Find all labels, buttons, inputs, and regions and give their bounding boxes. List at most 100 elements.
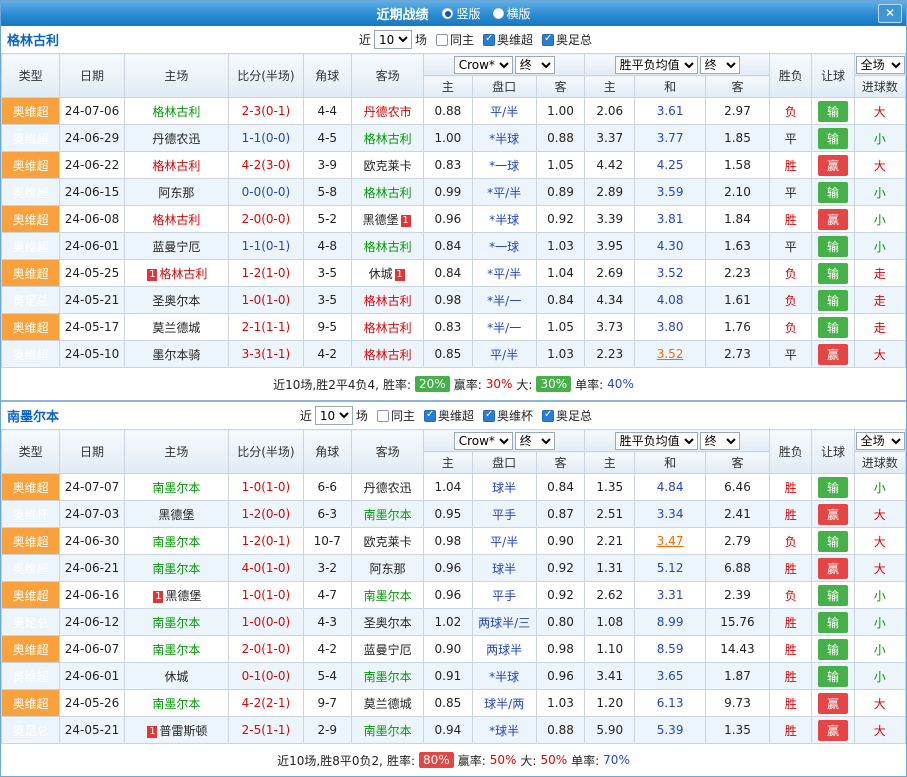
match-row[interactable]: 奥维超24-06-15阿东那0-0(0-0)5-8格林古利0.99*平/半0.8… [2,179,906,206]
match-row[interactable]: 奥维超24-05-17莫兰德城2-1(1-1)9-5格林古利0.83*半/一1.… [2,314,906,341]
checkbox-checked-icon[interactable] [542,34,554,46]
checkbox-checked-icon[interactable] [483,410,495,422]
asian-handicap: 平/半 [472,98,536,125]
bookmaker-select[interactable]: Crow* [454,56,513,74]
checkbox-checked-icon[interactable] [424,410,436,422]
match-row[interactable]: 奥足总24-05-21圣奥尔本1-0(1-0)3-5格林古利0.98*半/一0.… [2,287,906,314]
scope-select[interactable]: 全场 [856,432,905,450]
avg-away-odds: 2.41 [705,501,769,528]
match-row[interactable]: 奥足总24-05-211普雷斯顿2-5(1-1)2-9南墨尔本0.94*球半0.… [2,717,906,744]
scope-header: 全场 [854,54,905,76]
handicap-result-tag: 赢 [818,155,848,176]
away-team: 休城1 [351,260,423,287]
away-team-name: 格林古利 [364,132,412,146]
filter-checkbox[interactable]: 奥足总 [542,31,592,48]
match-row[interactable]: 奥维超24-05-26南墨尔本4-2(2-1)9-7莫兰德城0.85球半/两1.… [2,690,906,717]
corners: 3-5 [303,260,351,287]
layout-radio-horizontal[interactable]: 横版 [493,5,531,22]
avg-select[interactable]: 胜平负均值 [615,56,698,74]
filter-label: 奥足总 [556,31,592,48]
avg-draw-odds: 3.47 [635,528,705,555]
col-header-handicap: 盘口 [472,76,536,98]
match-count-select[interactable]: 10 [315,406,353,425]
match-result: 平 [770,341,812,368]
final-odds-select[interactable]: 终 [515,432,555,450]
match-row[interactable]: 奥维超24-06-01蓝曼宁厄1-1(0-1)4-8格林古利0.84*一球1.0… [2,233,906,260]
avg-away-odds: 1.76 [705,314,769,341]
filter-checkbox[interactable]: 奥维超 [424,407,474,424]
match-count-select[interactable]: 10 [374,30,412,49]
section-header: 南墨尔本近10场同主奥维超奥维杯奥足总 [1,402,906,429]
checkbox-checked-icon[interactable] [542,410,554,422]
match-row[interactable]: 奥足总24-06-12南墨尔本1-0(0-0)4-3圣奥尔本1.02两球半/三0… [2,609,906,636]
asian-handicap: 球半/两 [472,690,536,717]
asian-home-odds: 0.98 [424,287,472,314]
asian-handicap: *半球 [472,663,536,690]
asian-away-odds: 1.03 [536,690,584,717]
away-team: 格林古利 [351,341,423,368]
goals-result: 大 [854,341,905,368]
avg-draw-odds: 3.81 [635,206,705,233]
goals-result: 小 [854,609,905,636]
filter-checkbox[interactable]: 奥维超 [483,31,533,48]
checkbox-unchecked-icon[interactable] [436,34,448,46]
league-badge: 奥维超 [2,179,60,206]
layout-radio-vertical[interactable]: 竖版 [442,5,480,22]
goals-result: 小 [854,233,905,260]
match-row[interactable]: 奥维超24-06-08格林古利2-0(0-0)5-2黑德堡10.96*半球0.9… [2,206,906,233]
goals-result: 大 [854,98,905,125]
goals-result: 大 [854,501,905,528]
handicap-result-tag: 输 [818,317,848,338]
match-row[interactable]: 奥维超24-06-29丹德农迅1-1(0-0)4-5格林古利1.00*半球0.8… [2,125,906,152]
final-odds-select[interactable]: 终 [515,56,555,74]
filter-checkbox[interactable]: 奥足总 [542,407,592,424]
match-row[interactable]: 奥维超24-07-07南墨尔本1-0(1-0)6-6丹德农迅1.04球半0.84… [2,474,906,501]
league-badge: 奥维超 [2,582,60,609]
col-header-handicap-result: 让球 [812,430,854,474]
away-team-name: 南墨尔本 [364,508,412,522]
match-row[interactable]: 奥维超24-05-251格林古利1-2(1-0)3-5休城10.84*平/半1.… [2,260,906,287]
match-date: 24-05-10 [60,341,124,368]
bookmaker-select[interactable]: Crow* [454,432,513,450]
asian-away-odds: 1.04 [536,260,584,287]
avg-draw-odds: 3.34 [635,501,705,528]
match-row[interactable]: 奥维超24-06-07南墨尔本2-0(1-0)4-2蓝曼宁厄0.90两球半0.9… [2,636,906,663]
avg-select[interactable]: 胜平负均值 [615,432,698,450]
avg-group-header: 胜平负均值终 [585,54,770,76]
match-row[interactable]: 奥维超24-06-22格林古利4-2(3-0)3-9欧克莱卡0.83*一球1.0… [2,152,906,179]
handicap-result-tag: 输 [818,612,848,633]
match-result: 胜 [770,690,812,717]
corners: 4-4 [303,98,351,125]
match-row[interactable]: 奥维超24-07-06格林古利2-3(0-1)4-4丹德农市0.88平/半1.0… [2,98,906,125]
match-row[interactable]: 奥维超24-06-161黑德堡1-0(1-0)4-7南墨尔本0.96平手0.92… [2,582,906,609]
final-avg-select[interactable]: 终 [700,432,740,450]
match-row[interactable]: 奥维超24-06-30南墨尔本1-2(0-1)10-7欧克莱卡0.98平/半0.… [2,528,906,555]
final-avg-select[interactable]: 终 [700,56,740,74]
filter-checkbox[interactable]: 奥维杯 [483,407,533,424]
handicap-result: 赢 [812,206,854,233]
goals-result: 小 [854,125,905,152]
match-row[interactable]: 奥维杯24-07-03黑德堡1-2(0-0)6-3南墨尔本0.95平手0.872… [2,501,906,528]
scope-select[interactable]: 全场 [856,56,905,74]
match-row[interactable]: 奥维超24-06-01休城0-1(0-0)5-4南墨尔本0.91*半球0.963… [2,663,906,690]
match-row[interactable]: 奥维超24-06-21南墨尔本4-0(1-0)3-2阿东那0.96球半0.921… [2,555,906,582]
corners: 2-9 [303,717,351,744]
filter-checkbox[interactable]: 同主 [377,407,415,424]
col-header-result: 胜负 [770,54,812,98]
match-date: 24-05-25 [60,260,124,287]
summary-segment: 胜率: [383,376,411,393]
avg-draw-odds: 3.52 [635,341,705,368]
score: 2-0(0-0) [229,206,303,233]
titlebar: 近期战绩 竖版横版 ✕ [1,1,906,26]
close-button[interactable]: ✕ [878,4,902,23]
checkbox-checked-icon[interactable] [483,34,495,46]
home-team-name: 格林古利 [159,267,207,281]
away-team-name: 南墨尔本 [364,670,412,684]
red-card-badge: 1 [401,215,411,227]
filter-checkbox[interactable]: 同主 [436,31,474,48]
checkbox-unchecked-icon[interactable] [377,410,389,422]
league-badge: 奥维超 [2,125,60,152]
avg-home-odds: 4.34 [585,287,635,314]
avg-draw-odds: 3.80 [635,314,705,341]
match-row[interactable]: 奥维超24-05-10墨尔本骑3-3(1-1)4-2格林古利0.85平/半1.0… [2,341,906,368]
